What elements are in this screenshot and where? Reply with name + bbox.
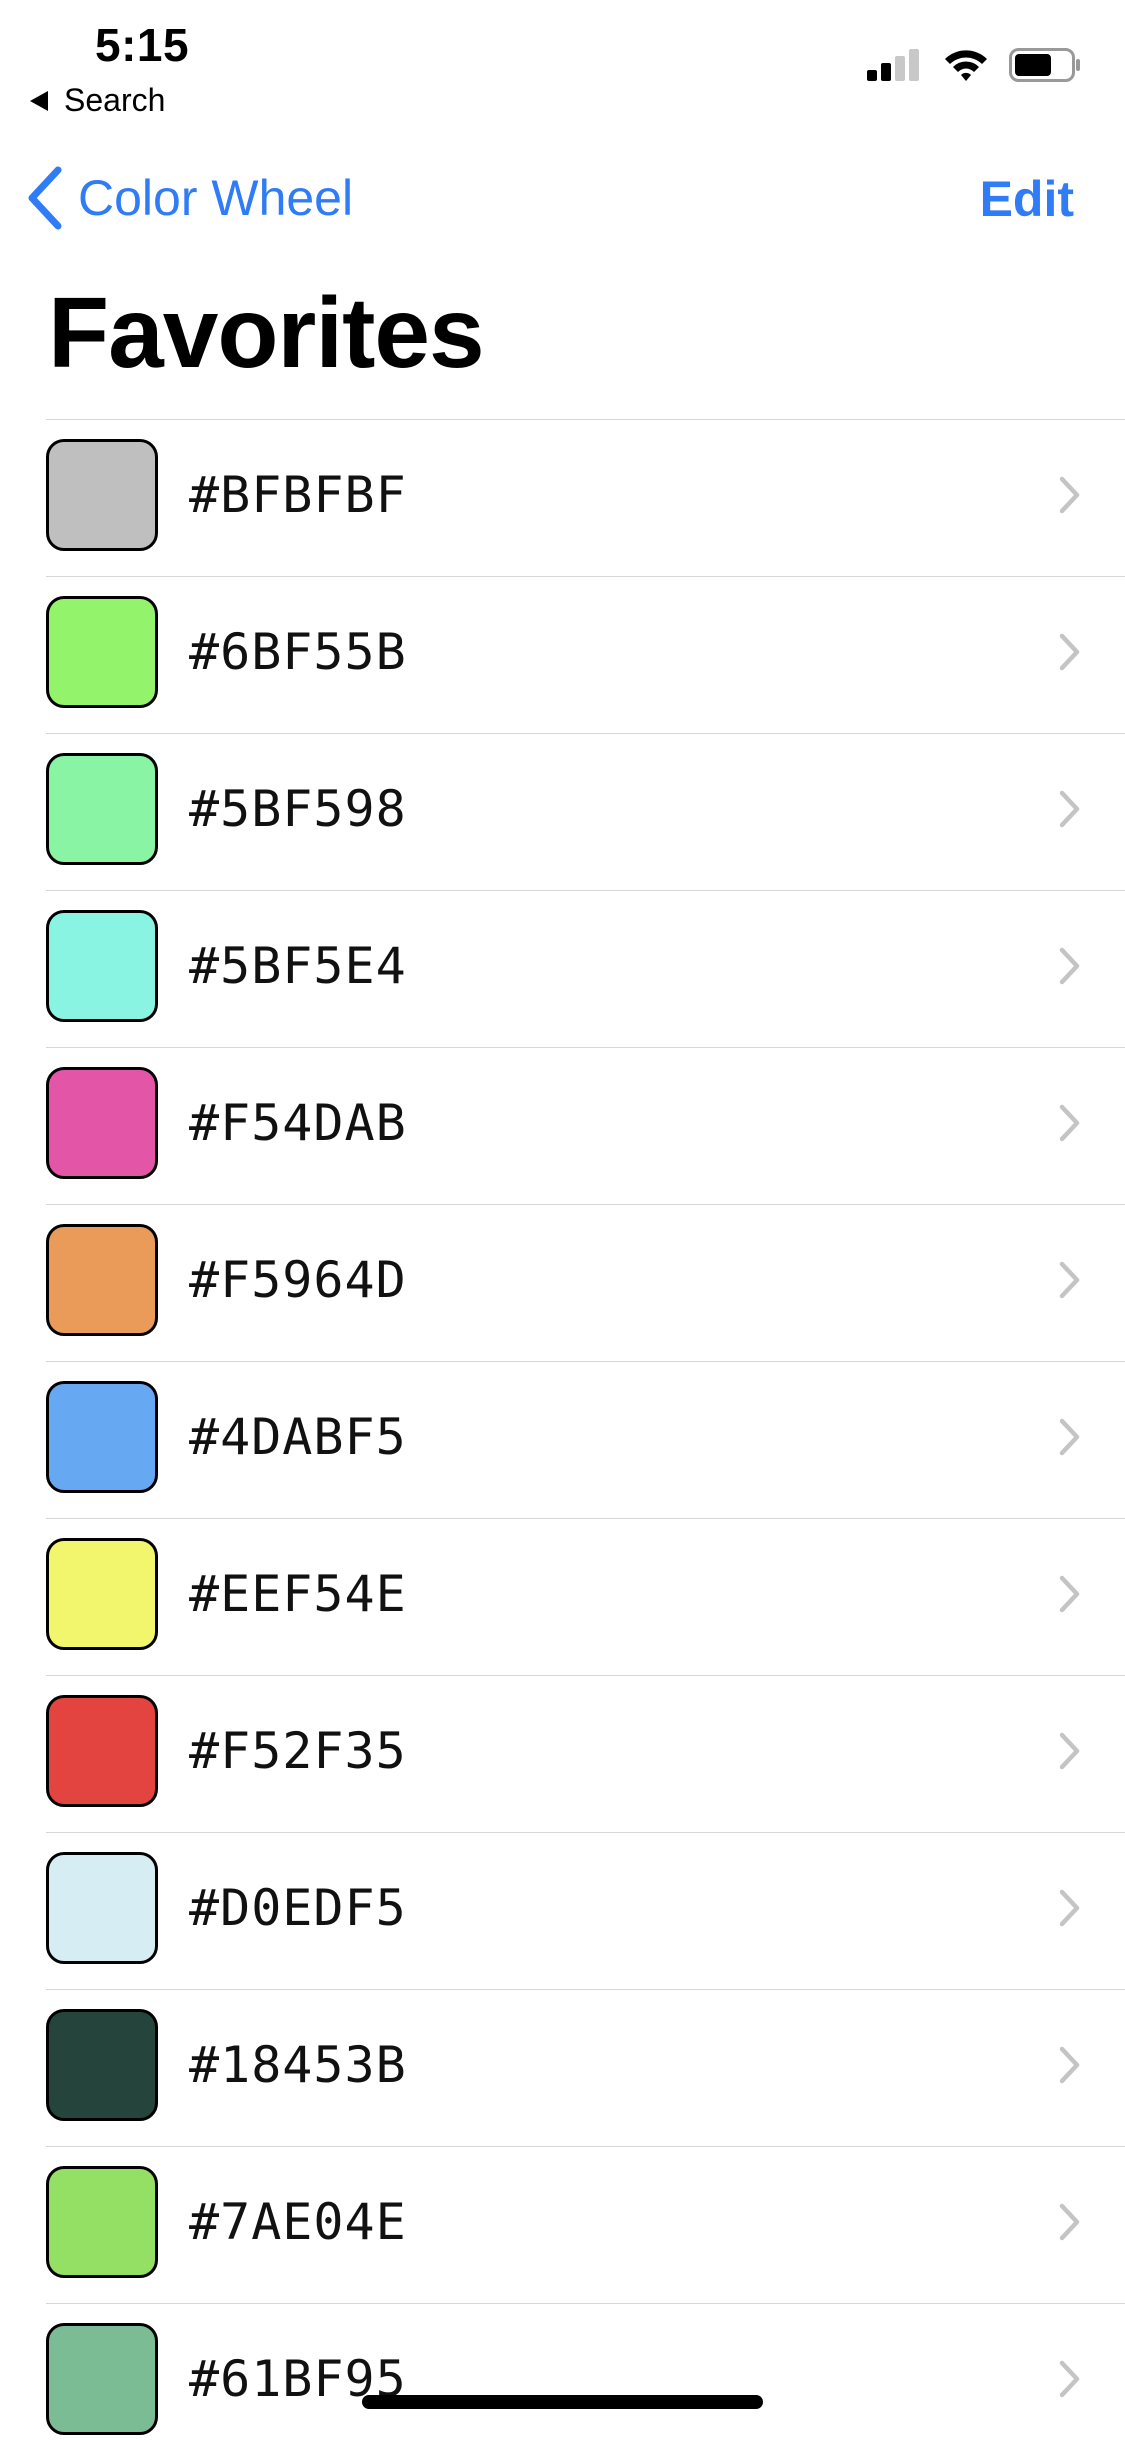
color-hex-label: #6BF55B [189, 623, 407, 681]
back-to-app-link[interactable]: Search [30, 82, 165, 119]
favorite-color-row[interactable]: #5BF598 [46, 733, 1125, 890]
navigation-bar: Color Wheel Edit [0, 150, 1125, 250]
chevron-right-icon [1059, 633, 1080, 671]
color-swatch [46, 439, 158, 551]
status-bar: 5:15 Search [0, 0, 1125, 132]
color-swatch [46, 1852, 158, 1964]
chevron-right-icon [1059, 1732, 1080, 1770]
edit-button[interactable]: Edit [980, 170, 1074, 228]
color-hex-label: #F5964D [189, 1251, 407, 1309]
home-indicator[interactable] [362, 2395, 763, 2409]
wifi-icon [945, 50, 987, 81]
color-swatch [46, 1224, 158, 1336]
favorite-color-row[interactable]: #F54DAB [46, 1047, 1125, 1204]
chevron-left-icon [28, 166, 62, 230]
color-swatch [46, 2323, 158, 2435]
chevron-right-icon [1059, 947, 1080, 985]
chevron-right-icon [1059, 1418, 1080, 1456]
back-triangle-icon [30, 90, 48, 111]
back-to-app-label: Search [64, 82, 166, 118]
cellular-signal-icon [867, 49, 919, 81]
color-swatch [46, 596, 158, 708]
color-hex-label: #D0EDF5 [189, 1879, 407, 1937]
favorite-color-row[interactable]: #EEF54E [46, 1518, 1125, 1675]
favorite-color-row[interactable]: #F5964D [46, 1204, 1125, 1361]
color-hex-label: #4DABF5 [189, 1408, 407, 1466]
chevron-right-icon [1059, 1261, 1080, 1299]
back-button-label: Color Wheel [78, 170, 354, 226]
color-hex-label: #7AE04E [189, 2193, 407, 2251]
favorite-color-row[interactable]: #D0EDF5 [46, 1832, 1125, 1989]
color-hex-label: #F52F35 [189, 1722, 407, 1780]
favorite-color-row[interactable]: #5BF5E4 [46, 890, 1125, 1047]
status-icons [867, 48, 1081, 82]
favorite-color-row[interactable]: #BFBFBF [46, 419, 1125, 576]
color-hex-label: #5BF598 [189, 780, 407, 838]
color-hex-label: #F54DAB [189, 1094, 407, 1152]
color-swatch [46, 2009, 158, 2121]
battery-icon [1009, 48, 1080, 82]
status-time: 5:15 [95, 19, 190, 71]
chevron-right-icon [1059, 476, 1080, 514]
chevron-right-icon [1059, 2360, 1080, 2398]
color-hex-label: #BFBFBF [189, 466, 407, 524]
color-swatch [46, 1381, 158, 1493]
chevron-right-icon [1059, 2046, 1080, 2084]
favorites-list: #BFBFBF #6BF55B #5BF598 #5BF5E4 #F54DAB #F596… [46, 419, 1125, 2460]
chevron-right-icon [1059, 2203, 1080, 2241]
favorite-color-row[interactable]: #18453B [46, 1989, 1125, 2146]
favorite-color-row[interactable]: #7AE04E [46, 2146, 1125, 2303]
favorite-color-row[interactable]: #61BF95 [46, 2303, 1125, 2460]
favorite-color-row[interactable]: #F52F35 [46, 1675, 1125, 1832]
color-swatch [46, 1695, 158, 1807]
chevron-right-icon [1059, 1104, 1080, 1142]
chevron-right-icon [1059, 1889, 1080, 1927]
color-swatch [46, 753, 158, 865]
color-hex-label: #18453B [189, 2036, 407, 2094]
color-swatch [46, 1067, 158, 1179]
favorite-color-row[interactable]: #4DABF5 [46, 1361, 1125, 1518]
color-swatch [46, 1538, 158, 1650]
page-title: Favorites [48, 277, 485, 389]
chevron-right-icon [1059, 790, 1080, 828]
chevron-right-icon [1059, 1575, 1080, 1613]
favorite-color-row[interactable]: #6BF55B [46, 576, 1125, 733]
color-hex-label: #EEF54E [189, 1565, 407, 1623]
color-hex-label: #5BF5E4 [189, 937, 407, 995]
back-button[interactable]: Color Wheel [24, 166, 353, 230]
color-swatch [46, 910, 158, 1022]
color-swatch [46, 2166, 158, 2278]
